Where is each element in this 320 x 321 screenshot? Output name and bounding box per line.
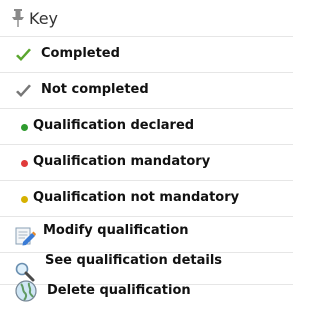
key-legend-panel: Key Completed Not completed Qualificatio… <box>0 0 293 308</box>
legend-item-not-completed: Not completed <box>0 72 293 109</box>
legend-item-delete-qualification: Delete qualification <box>0 280 293 321</box>
legend-label: See qualification details <box>45 253 223 268</box>
legend-item-qualification-not-mandatory: Qualification not mandatory <box>0 180 293 217</box>
delete-globe-icon <box>15 280 37 302</box>
legend-item-qualification-declared: Qualification declared <box>0 108 293 145</box>
check-gray-icon <box>16 84 31 97</box>
dot-green-icon <box>21 124 28 131</box>
pin-icon <box>12 9 24 27</box>
key-title: Key <box>29 9 59 28</box>
dot-red-icon <box>21 160 28 167</box>
edit-document-icon <box>15 227 36 246</box>
key-header: Key <box>0 0 293 36</box>
legend-label: Completed <box>41 46 120 61</box>
legend-label: Qualification declared <box>33 118 195 133</box>
legend-item-completed: Completed <box>0 36 293 73</box>
check-green-icon <box>16 48 31 61</box>
legend-label: Qualification not mandatory <box>33 190 240 205</box>
dot-yellow-icon <box>21 196 28 203</box>
legend-item-modify-qualification: Modify qualification <box>0 216 293 253</box>
legend-label: Not completed <box>41 82 149 97</box>
legend-label: Modify qualification <box>43 223 189 238</box>
legend-label: Qualification mandatory <box>33 154 211 169</box>
legend-item-qualification-mandatory: Qualification mandatory <box>0 144 293 181</box>
legend-label: Delete qualification <box>47 283 191 298</box>
